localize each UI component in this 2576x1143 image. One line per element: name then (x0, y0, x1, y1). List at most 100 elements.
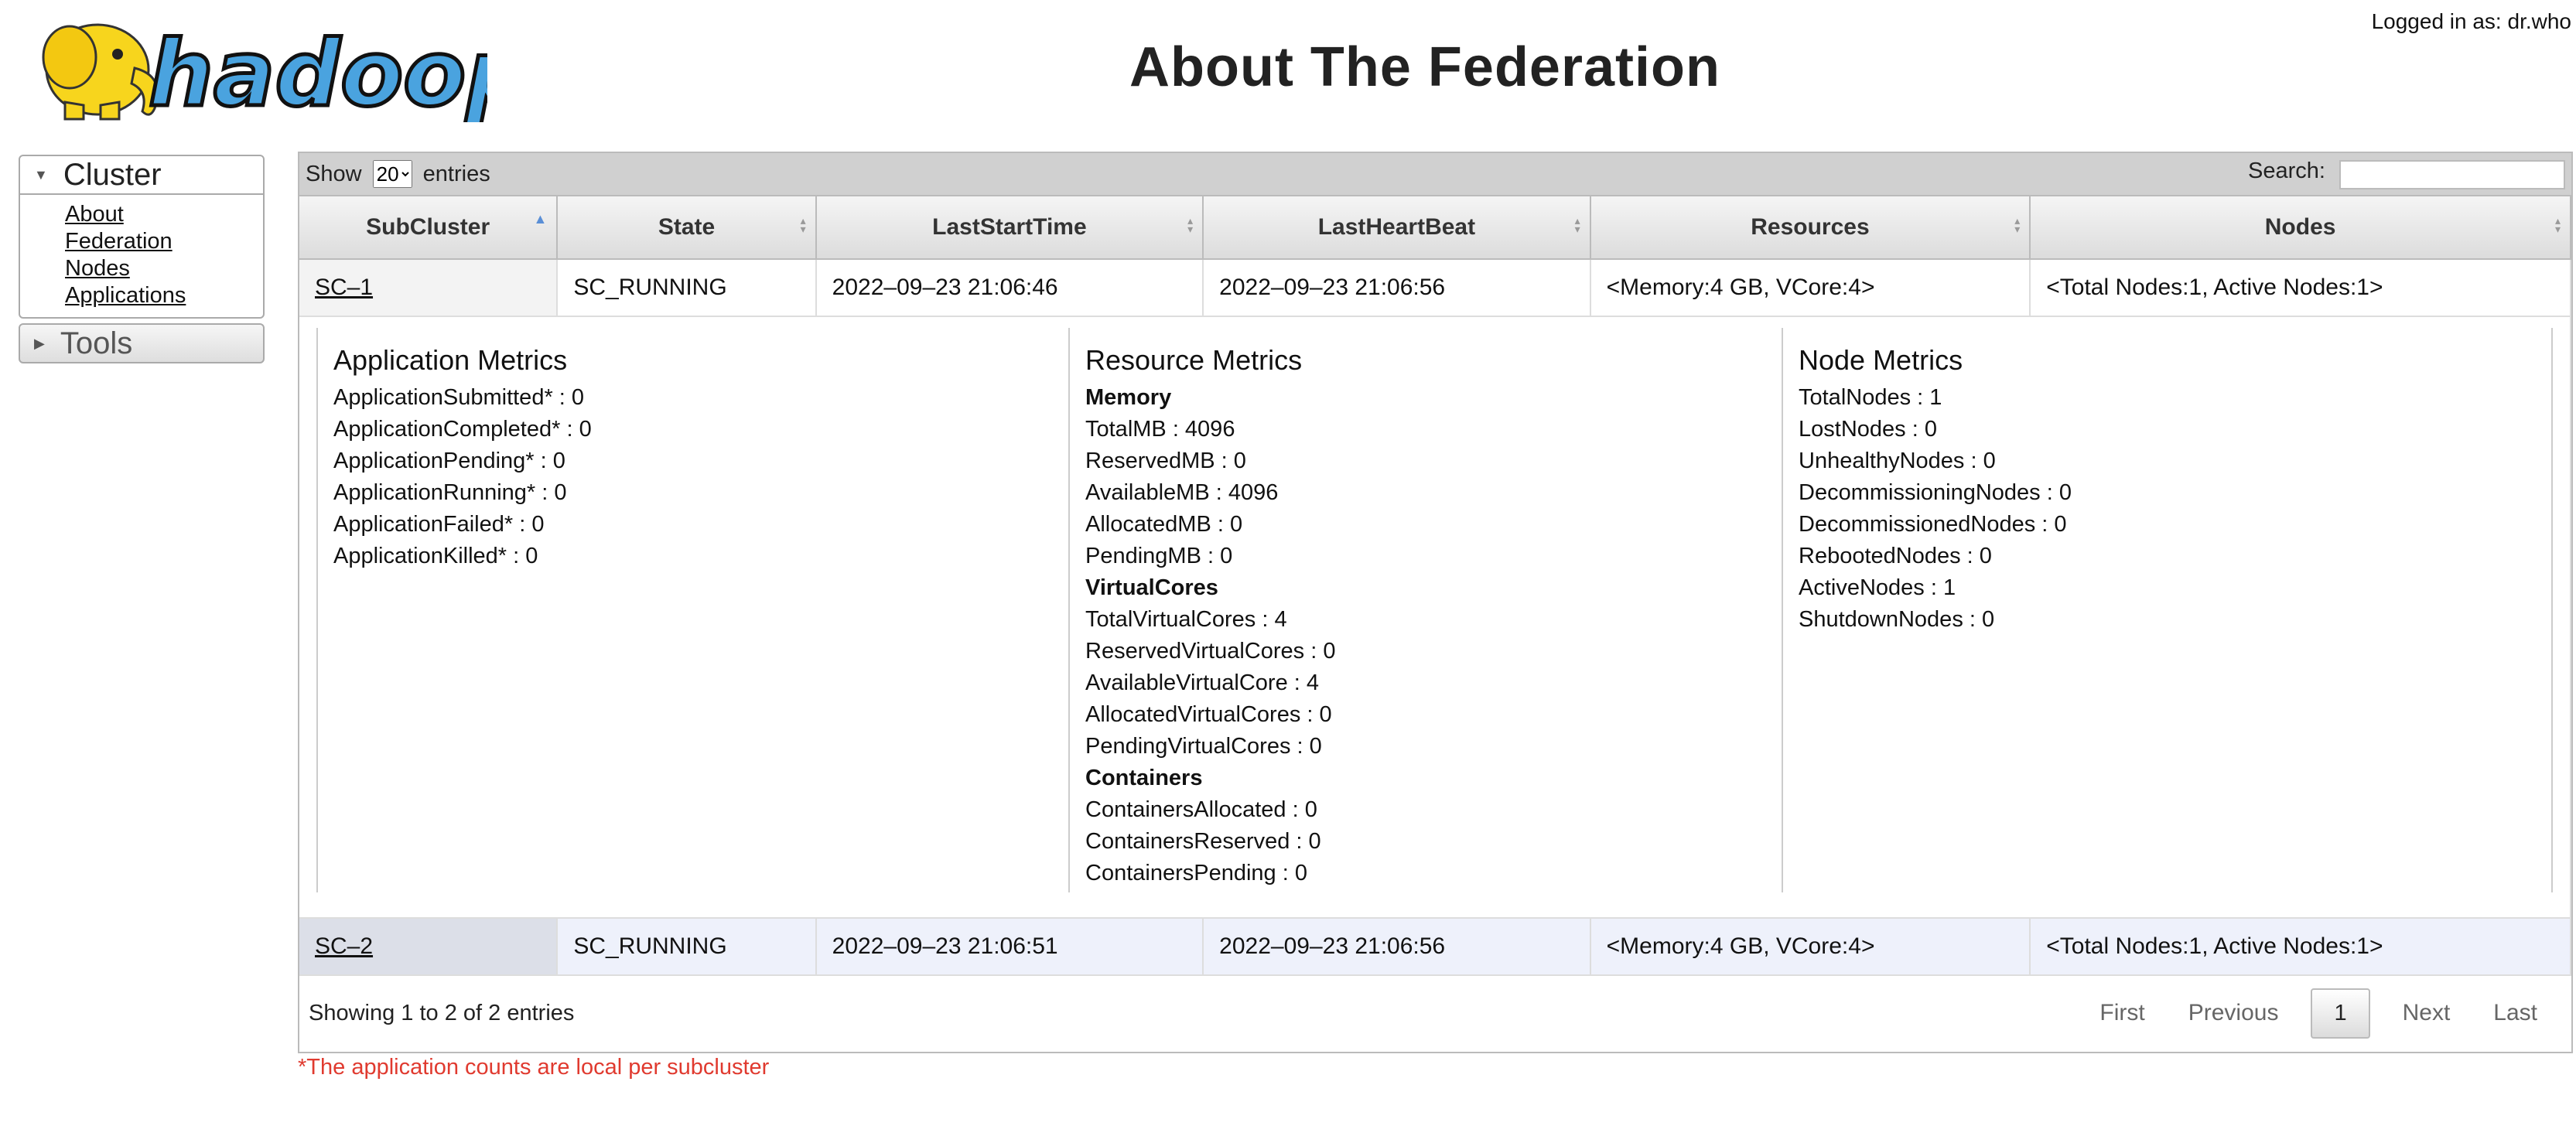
vcores-group-label: VirtualCores (1085, 575, 1218, 600)
show-label: Show (306, 162, 362, 186)
metric-item: ContainersPending : 0 (1085, 861, 1307, 885)
column-header-resources[interactable]: Resources ▴ ▾ (1590, 196, 2031, 260)
metric-item: AvailableMB : 4096 (1085, 480, 1279, 505)
metric-item: ActiveNodes : 1 (1799, 575, 1956, 600)
sort-arrows-icon: ▴ ▾ (1574, 214, 1580, 235)
cell-last-start-time: 2022–09–23 21:06:46 (815, 259, 1204, 317)
page-title: About The Federation (1129, 36, 1720, 98)
column-header-state[interactable]: State ▴ ▾ (557, 196, 817, 260)
metric-item: AllocatedMB : 0 (1085, 512, 1243, 537)
cell-nodes: <Total Nodes:1, Active Nodes:1> (2030, 918, 2571, 976)
details-row: Application Metrics ApplicationSubmitted… (299, 316, 2571, 919)
metric-item: ApplicationPending* : 0 (333, 449, 565, 473)
cell-resources: <Memory:4 GB, VCore:4> (1590, 918, 2031, 976)
cell-subcluster: SC–1 (299, 259, 559, 317)
triangle-down-icon: ▼ (34, 166, 48, 183)
metric-item: DecommissionedNodes : 0 (1799, 512, 2067, 537)
sort-arrows-icon: ▴ ▾ (800, 214, 806, 235)
subcluster-table-panel: Show 20 entries Search: SubCluster ▲ Stat… (298, 152, 2573, 1053)
metric-item: ApplicationCompleted* : 0 (333, 417, 592, 442)
next-page-button[interactable]: Next (2403, 1000, 2451, 1026)
nav-link-applications[interactable]: Applications (65, 282, 263, 309)
table-toolbar: Show 20 entries Search: (299, 153, 2571, 196)
cell-last-heartbeat: 2022–09–23 21:06:56 (1203, 918, 1591, 976)
column-header-nodes[interactable]: Nodes ▴ ▾ (2030, 196, 2571, 260)
cell-last-start-time: 2022–09–23 21:06:51 (815, 918, 1204, 976)
table-info: Showing 1 to 2 of 2 entries (309, 1000, 575, 1025)
column-header-laststarttime[interactable]: LastStartTime ▴ ▾ (815, 196, 1204, 260)
metric-item: ApplicationFailed* : 0 (333, 512, 545, 537)
sidebar-nav: ▼ Cluster About Federation Nodes Applica… (19, 155, 265, 363)
cluster-menu-header[interactable]: ▼ Cluster (20, 156, 263, 195)
metric-item: TotalMB : 4096 (1085, 417, 1235, 442)
metric-item: TotalVirtualCores : 4 (1085, 607, 1287, 632)
metric-item: AllocatedVirtualCores : 0 (1085, 702, 1332, 727)
memory-group-label: Memory (1085, 385, 1172, 410)
metric-item: RebootedNodes : 0 (1799, 544, 1992, 568)
subcluster-metrics: Application Metrics ApplicationSubmitted… (316, 328, 2553, 892)
logged-in-user: Logged in as: dr.who (2371, 9, 2571, 33)
metric-item: AvailableVirtualCore : 4 (1085, 670, 1319, 695)
table-footer: Showing 1 to 2 of 2 entries First Previo… (299, 976, 2571, 1050)
sort-arrows-icon: ▴ ▾ (2014, 214, 2021, 235)
metric-item: ReservedVirtualCores : 0 (1085, 639, 1336, 664)
subcluster-link[interactable]: SC–1 (315, 275, 373, 300)
table-row[interactable]: SC–2 SC_RUNNING 2022–09–23 21:06:51 2022… (299, 918, 2571, 976)
metric-item: ApplicationKilled* : 0 (333, 544, 538, 568)
hadoop-logo: hadoop (19, 6, 533, 129)
cluster-menu: ▼ Cluster About Federation Nodes Applica… (19, 155, 265, 319)
cell-last-heartbeat: 2022–09–23 21:06:56 (1203, 259, 1591, 317)
resource-metrics-title: Resource Metrics (1085, 344, 1303, 376)
metric-item: DecommissioningNodes : 0 (1799, 480, 2072, 505)
subcluster-table: SubCluster ▲ State ▴ ▾ LastStartTime ▴ ▾ Last… (299, 196, 2571, 976)
tools-menu-label: Tools (60, 326, 133, 360)
metric-item: LostNodes : 0 (1799, 417, 1937, 442)
column-header-subcluster[interactable]: SubCluster ▲ (299, 196, 559, 260)
page-1-button[interactable]: 1 (2311, 988, 2370, 1039)
metric-item: ReservedMB : 0 (1085, 449, 1246, 473)
metric-item: ContainersReserved : 0 (1085, 829, 1321, 854)
search-input[interactable] (2339, 159, 2565, 189)
search-label: Search: (2247, 159, 2325, 184)
cell-state: SC_RUNNING (557, 259, 817, 317)
triangle-right-icon: ▶ (34, 335, 45, 351)
cell-state: SC_RUNNING (557, 918, 817, 976)
cluster-menu-label: Cluster (63, 157, 162, 192)
cell-nodes: <Total Nodes:1, Active Nodes:1> (2030, 259, 2571, 317)
entries-label: entries (422, 162, 490, 186)
sort-ascending-icon: ▲ (533, 211, 548, 227)
nav-link-nodes[interactable]: Nodes (65, 255, 263, 282)
table-row[interactable]: SC–1 SC_RUNNING 2022–09–23 21:06:46 2022… (299, 259, 2571, 317)
nav-link-federation[interactable]: Federation (65, 228, 263, 255)
pagination: First Previous 1 Next Last (2078, 988, 2559, 1039)
resource-metrics: Resource Metrics Memory TotalMB : 4096 R… (1070, 328, 1783, 892)
hadoop-wordmark: hadoop (149, 20, 487, 122)
application-metrics: Application Metrics ApplicationSubmitted… (318, 328, 1070, 892)
metric-item: ContainersAllocated : 0 (1085, 797, 1317, 822)
previous-page-button[interactable]: Previous (2188, 1000, 2279, 1026)
node-metrics: Node Metrics TotalNodes : 1 LostNodes : … (1783, 328, 2551, 892)
last-page-button[interactable]: Last (2493, 1000, 2537, 1026)
page-size-select[interactable]: 20 (372, 160, 412, 188)
tools-menu-header[interactable]: ▶ Tools (20, 325, 263, 362)
subcluster-link[interactable]: SC–2 (315, 933, 373, 959)
sort-arrows-icon: ▴ ▾ (2554, 214, 2561, 235)
metric-item: PendingMB : 0 (1085, 544, 1233, 568)
metric-item: ApplicationSubmitted* : 0 (333, 385, 585, 410)
sort-arrows-icon: ▴ ▾ (1187, 214, 1194, 235)
metric-item: ShutdownNodes : 0 (1799, 607, 1995, 632)
footnote: *The application counts are local per su… (298, 1055, 770, 1080)
containers-group-label: Containers (1085, 766, 1203, 790)
node-metrics-title: Node Metrics (1799, 344, 1963, 376)
metric-item: UnhealthyNodes : 0 (1799, 449, 1996, 473)
nav-link-about[interactable]: About (65, 201, 263, 228)
table-header-row: SubCluster ▲ State ▴ ▾ LastStartTime ▴ ▾ Last… (299, 196, 2571, 260)
tools-menu[interactable]: ▶ Tools (19, 323, 265, 363)
metric-item: PendingVirtualCores : 0 (1085, 734, 1322, 759)
first-page-button[interactable]: First (2099, 1000, 2144, 1026)
cell-subcluster: SC–2 (299, 918, 559, 976)
column-header-lastheartbeat[interactable]: LastHeartBeat ▴ ▾ (1203, 196, 1591, 260)
metric-item: TotalNodes : 1 (1799, 385, 1942, 410)
application-metrics-title: Application Metrics (333, 344, 568, 376)
metric-item: ApplicationRunning* : 0 (333, 480, 567, 505)
